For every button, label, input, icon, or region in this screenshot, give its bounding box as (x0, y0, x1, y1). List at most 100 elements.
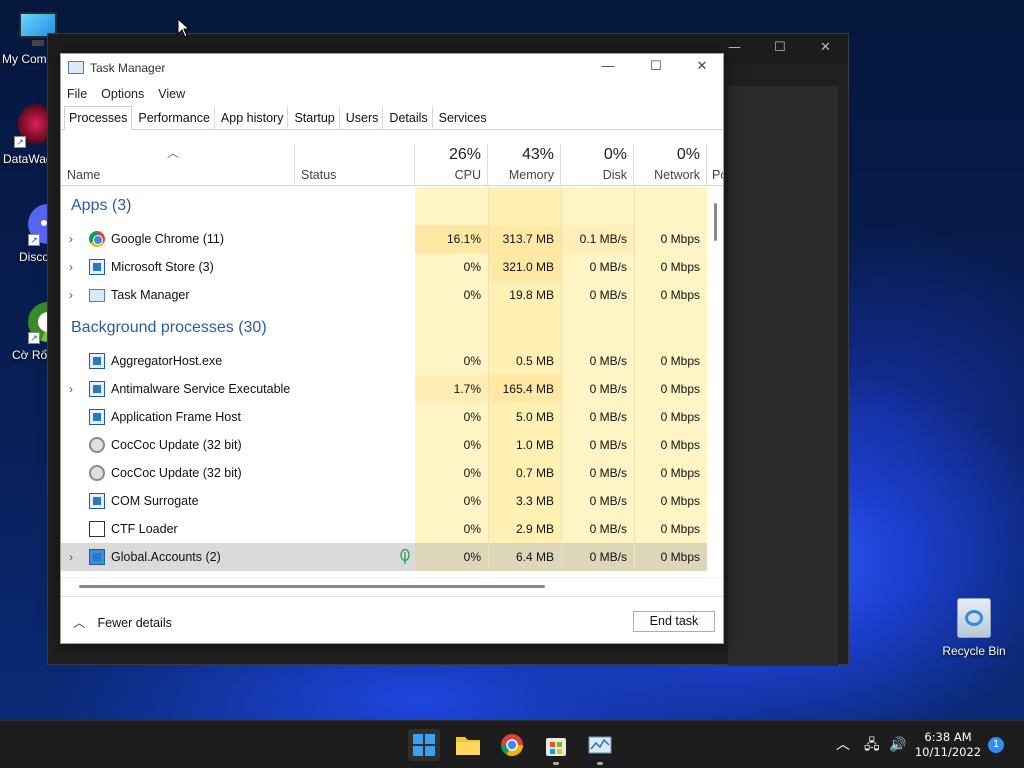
minimize-icon[interactable]: — (728, 40, 741, 55)
memory-value: 0.5 MB (488, 347, 561, 375)
process-row[interactable]: CocCoc Update (32 bit) 0% 0.7 MB 0 MB/s … (61, 459, 707, 487)
menu-file[interactable]: File (67, 87, 87, 101)
coccoc-update-icon (89, 437, 105, 453)
cpu-value: 0% (415, 281, 488, 309)
tab-startup[interactable]: Startup (289, 106, 340, 129)
tab-processes[interactable]: Processes (64, 106, 133, 130)
process-row[interactable]: › Google Chrome (11) 16.1% 313.7 MB 0.1 … (61, 225, 707, 253)
vertical-scrollbar[interactable] (708, 187, 723, 577)
process-name: Google Chrome (11) (111, 232, 225, 246)
cpu-value: 1.7% (415, 375, 488, 403)
menu-view[interactable]: View (158, 87, 185, 101)
process-name: CocCoc Update (32 bit) (111, 466, 242, 480)
process-row[interactable]: Application Frame Host 0% 5.0 MB 0 MB/s … (61, 403, 707, 431)
cpu-value: 0% (415, 459, 488, 487)
column-memory[interactable]: 43% Memory (488, 144, 561, 186)
close-icon[interactable]: ✕ (820, 40, 831, 55)
minimize-button[interactable]: — (593, 58, 623, 78)
mouse-cursor-icon (177, 18, 191, 38)
expand-chevron-icon[interactable]: › (69, 543, 73, 571)
disk-value: 0 MB/s (561, 253, 634, 281)
network-icon[interactable]: 🖧 (864, 721, 880, 768)
task-manager-icon (588, 736, 612, 754)
expand-chevron-icon[interactable]: › (69, 225, 73, 253)
maximize-icon[interactable]: ☐ (774, 40, 786, 55)
tab-services[interactable]: Services (434, 106, 492, 129)
chevron-up-icon[interactable]: ︿ (836, 721, 850, 768)
expand-chevron-icon[interactable]: › (69, 375, 73, 403)
taskbar-store[interactable] (540, 729, 572, 765)
task-manager-window[interactable]: Task Manager — ☐ ✕ File Options View Pro… (60, 53, 724, 644)
column-power[interactable]: Po (707, 144, 723, 186)
window-title: Task Manager (90, 61, 166, 75)
shortcut-arrow-icon: ↗ (14, 136, 26, 148)
tab-app-history[interactable]: App history (216, 106, 289, 129)
disk-value: 0 MB/s (561, 281, 634, 309)
desktop-icon-recycle-bin[interactable]: Recycle Bin (938, 596, 1010, 658)
system-clock[interactable]: 6:38 AM 10/11/2022 (914, 730, 982, 760)
taskbar-chrome[interactable] (496, 729, 528, 761)
horizontal-scrollbar[interactable] (61, 577, 723, 591)
process-name: Global.Accounts (2) (111, 550, 221, 564)
network-value: 0 Mbps (634, 487, 707, 515)
column-name[interactable]: Name (61, 144, 295, 186)
process-row[interactable]: CocCoc Update (32 bit) 0% 1.0 MB 0 MB/s … (61, 431, 707, 459)
column-disk[interactable]: 0% Disk (561, 144, 634, 186)
process-row[interactable]: › Task Manager 0% 19.8 MB 0 MB/s 0 Mbps (61, 281, 707, 309)
horizontal-scroll-thumb[interactable] (79, 585, 545, 588)
recycle-bin-icon (952, 596, 996, 640)
column-network[interactable]: 0% Network (634, 144, 707, 186)
maximize-button[interactable]: ☐ (641, 58, 671, 78)
volume-icon[interactable]: 🔊 (889, 721, 906, 768)
column-status[interactable]: Status (295, 144, 415, 186)
tab-performance[interactable]: Performance (133, 106, 215, 129)
shortcut-arrow-icon: ↗ (28, 332, 40, 344)
start-icon (413, 734, 435, 756)
taskbar-task-manager[interactable] (584, 729, 616, 765)
expand-chevron-icon[interactable]: › (69, 253, 73, 281)
menu-options[interactable]: Options (101, 87, 144, 101)
process-row[interactable]: COM Surrogate 0% 3.3 MB 0 MB/s 0 Mbps (61, 487, 707, 515)
end-task-button[interactable]: End task (633, 611, 715, 632)
cpu-value: 0% (415, 403, 488, 431)
process-row[interactable]: AggregatorHost.exe 0% 0.5 MB 0 MB/s 0 Mb… (61, 347, 707, 375)
clock-date: 10/11/2022 (914, 745, 982, 759)
memory-value: 1.0 MB (488, 431, 561, 459)
disk-value: 0 MB/s (561, 543, 634, 571)
store-icon (546, 738, 566, 756)
close-button[interactable]: ✕ (687, 58, 717, 78)
process-row[interactable]: › Antimalware Service Executable 1.7% 16… (61, 375, 707, 403)
fewer-details-button[interactable]: ︿ Fewer details (73, 612, 172, 631)
tab-users[interactable]: Users (341, 106, 384, 129)
column-cpu[interactable]: 26% CPU (415, 144, 488, 186)
taskbar: ︿ 🖧 🔊 6:38 AM 10/11/2022 1 (0, 720, 1024, 768)
disk-value: 0 MB/s (561, 515, 634, 543)
process-name: AggregatorHost.exe (111, 354, 223, 368)
process-name: Microsoft Store (3) (111, 260, 214, 274)
eco-leaf-icon (399, 548, 411, 565)
process-row[interactable]: CTF Loader 0% 2.9 MB 0 MB/s 0 Mbps (61, 515, 707, 543)
network-value: 0 Mbps (634, 431, 707, 459)
disk-value: 0 MB/s (561, 347, 634, 375)
expand-chevron-icon[interactable]: › (69, 281, 73, 309)
memory-value: 3.3 MB (488, 487, 561, 515)
task-manager-titlebar[interactable]: Task Manager — ☐ ✕ (61, 54, 723, 82)
clock-time: 6:38 AM (924, 730, 972, 744)
chrome-icon (89, 231, 105, 247)
tab-bar: Processes Performance App history Startu… (61, 106, 723, 130)
process-row[interactable]: › Microsoft Store (3) 0% 321.0 MB 0 MB/s… (61, 253, 707, 281)
network-value: 0 Mbps (634, 515, 707, 543)
start-button[interactable] (408, 729, 440, 761)
network-value: 0 Mbps (634, 225, 707, 253)
cpu-value: 0% (415, 347, 488, 375)
notification-badge[interactable]: 1 (988, 737, 1004, 753)
menu-bar: File Options View (61, 82, 723, 106)
taskbar-file-explorer[interactable] (452, 729, 484, 761)
vertical-scroll-thumb[interactable] (714, 203, 717, 241)
coccoc-update-icon (89, 465, 105, 481)
process-row-selected[interactable]: › Global.Accounts (2) 0% 6.4 MB 0 MB/s 0… (61, 543, 707, 571)
tab-details[interactable]: Details (384, 106, 433, 129)
process-name: COM Surrogate (111, 494, 199, 508)
memory-value: 0.7 MB (488, 459, 561, 487)
cpu-value: 0% (415, 487, 488, 515)
